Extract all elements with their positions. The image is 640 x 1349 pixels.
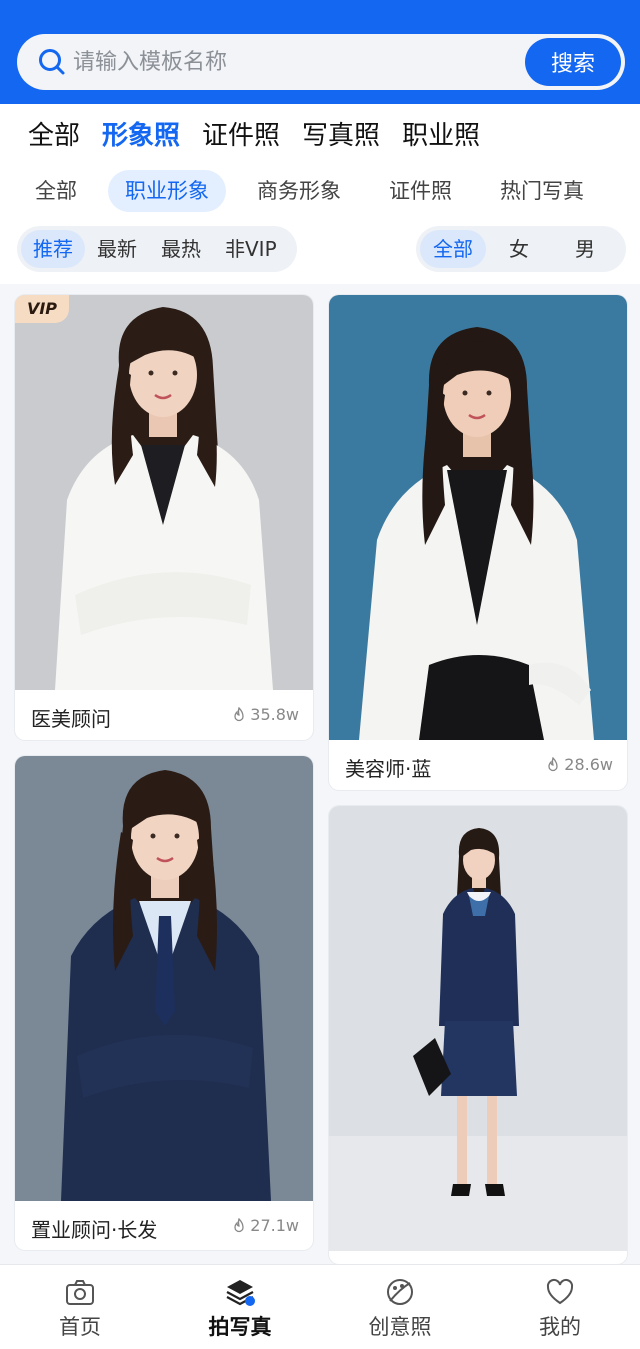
sort-newest[interactable]: 最新 — [85, 230, 149, 268]
nav-creative[interactable]: 创意照 — [320, 1265, 480, 1349]
fire-icon — [548, 756, 558, 771]
vip-badge: VIP — [15, 295, 69, 323]
template-card[interactable] — [329, 806, 627, 1264]
subcategory-tab-id-photo[interactable]: 证件照 — [372, 170, 469, 212]
camera-icon — [66, 1280, 94, 1305]
gender-female[interactable]: 女 — [486, 230, 552, 268]
search-input[interactable] — [73, 42, 513, 82]
template-card[interactable]: VIP 医美顾问 35.8w — [15, 295, 313, 740]
search-bar[interactable]: 搜索 — [17, 34, 625, 90]
nav-label: 创意照 — [368, 1315, 432, 1339]
popularity-count: 28.6w — [546, 755, 613, 774]
nav-label: 我的 — [539, 1315, 581, 1339]
category-tab-professional[interactable]: 职业照 — [402, 118, 480, 154]
subcategory-tab-business-image[interactable]: 商务形象 — [240, 170, 358, 212]
category-tab-all[interactable]: 全部 — [28, 118, 80, 154]
portrait-photo — [329, 295, 627, 740]
search-icon — [39, 49, 65, 75]
subcategory-tab-professional-image[interactable]: 职业形象 — [108, 170, 226, 212]
template-image[interactable] — [15, 756, 313, 1201]
popularity-value: 35.8w — [250, 705, 299, 724]
template-image[interactable]: VIP — [15, 295, 313, 690]
search-button[interactable]: 搜索 — [525, 38, 621, 86]
layers-icon — [226, 1280, 255, 1306]
nav-profile[interactable]: 我的 — [480, 1265, 640, 1349]
sort-non-vip[interactable]: 非VIP — [213, 230, 289, 268]
template-card[interactable]: 美容师·蓝 28.6w — [329, 295, 627, 790]
portrait-photo — [15, 295, 313, 690]
template-image[interactable] — [329, 806, 627, 1251]
popularity-value: 28.6w — [564, 755, 613, 774]
popularity-count: 35.8w — [232, 705, 299, 724]
top-header: 搜索 — [0, 0, 640, 104]
sort-options: 推荐 最新 最热 非VIP — [17, 226, 297, 272]
popularity-value: 27.1w — [250, 1216, 299, 1235]
nav-photo-shoot[interactable]: 拍写真 — [160, 1265, 320, 1349]
portrait-photo — [15, 756, 313, 1201]
popularity-count: 27.1w — [232, 1216, 299, 1235]
template-card[interactable]: 置业顾问·长发 27.1w — [15, 756, 313, 1250]
nav-home[interactable]: 首页 — [0, 1265, 160, 1349]
gender-male[interactable]: 男 — [552, 230, 618, 268]
gender-filter: 全部 女 男 — [416, 226, 626, 272]
nav-label: 拍写真 — [208, 1315, 272, 1339]
nav-label: 首页 — [59, 1315, 101, 1339]
template-image[interactable] — [329, 295, 627, 740]
category-tab-portrait[interactable]: 形象照 — [102, 118, 180, 154]
category-tab-glamour[interactable]: 写真照 — [302, 118, 380, 154]
palette-icon — [387, 1279, 413, 1305]
subcategory-tab-all[interactable]: 全部 — [18, 170, 94, 212]
subcategory-tabs: 全部 职业形象 商务形象 证件照 热门写真 — [18, 170, 615, 212]
bottom-navigation: 首页 拍写真 创意照 我的 — [0, 1264, 640, 1349]
template-title: 置业顾问·长发 — [31, 1218, 158, 1242]
category-tab-id-photo[interactable]: 证件照 — [202, 118, 280, 154]
subcategory-tab-popular[interactable]: 热门写真 — [483, 170, 601, 212]
fire-icon — [234, 706, 244, 721]
category-tabs: 全部 形象照 证件照 写真照 职业照 — [28, 118, 502, 154]
fire-icon — [234, 1217, 244, 1232]
heart-icon — [546, 1278, 574, 1305]
template-title: 医美顾问 — [31, 707, 111, 731]
sort-recommended[interactable]: 推荐 — [21, 230, 85, 268]
sort-hottest[interactable]: 最热 — [149, 230, 213, 268]
gender-all[interactable]: 全部 — [420, 230, 486, 268]
template-title: 美容师·蓝 — [345, 757, 432, 781]
portrait-photo — [329, 806, 627, 1251]
